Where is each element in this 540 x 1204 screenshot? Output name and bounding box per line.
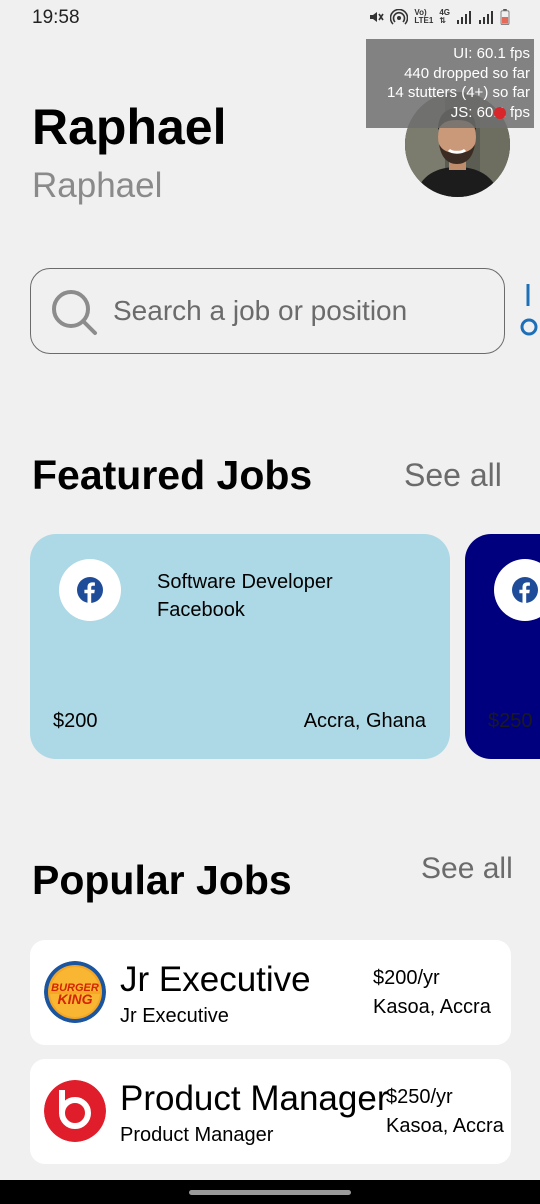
featured-job-title-block: Software Developer Facebook (157, 568, 333, 624)
company-logo (44, 1080, 106, 1142)
company-logo (59, 559, 121, 621)
popular-see-all-link[interactable]: See all (421, 852, 513, 886)
fps-ui: UI: 60.1 fps (453, 45, 530, 62)
signal-icon-sim1 (457, 11, 471, 24)
facebook-icon (77, 577, 103, 603)
featured-job-location: Accra, Ghana (303, 710, 426, 732)
hotspot-icon (390, 9, 409, 25)
featured-job-company: Facebook (157, 599, 245, 621)
popular-job-subtitle: Jr Executive (120, 1005, 229, 1027)
fps-dropped: 440 dropped so far (404, 64, 530, 82)
featured-see-all-link[interactable]: See all (404, 457, 502, 494)
system-navigation-bar (0, 1180, 540, 1204)
network-type-icon: 4G ⇅ (439, 9, 450, 25)
company-logo (494, 559, 540, 621)
fps-indicator-dot (494, 107, 506, 119)
featured-job-salary: $200 (53, 710, 98, 732)
fps-stutters: 14 stutters (4+) so far (387, 84, 530, 101)
mute-icon (370, 12, 385, 22)
company-logo: BURGER KING (44, 961, 106, 1023)
battery-icon (500, 9, 510, 25)
featured-job-card[interactable]: Software Developer Facebook $200 Accra, … (30, 534, 450, 759)
burger-king-icon: BURGER KING (44, 961, 106, 1023)
popular-job-location: Kasoa, Accra (373, 996, 491, 1018)
volte-icon: Vo) LTE1 (414, 9, 433, 25)
data-arrows-icon: ⇅ (439, 16, 447, 25)
user-name-heading: Raphael (32, 99, 227, 155)
facebook-icon (512, 577, 538, 603)
popular-job-salary: $200/yr (373, 967, 440, 989)
featured-job-card[interactable]: $250 (465, 534, 540, 759)
status-bar: 19:58 Vo) LTE1 4G ⇅ (0, 0, 540, 36)
signal-icon-sim2 (479, 11, 493, 24)
status-icons: Vo) LTE1 4G ⇅ (368, 9, 510, 25)
popular-job-location: Kasoa, Accra (386, 1115, 504, 1137)
search-icon (52, 290, 97, 335)
popular-job-title: Product Manager (120, 1079, 389, 1118)
popular-job-meta: $250/yr Kasoa, Accra (386, 1083, 504, 1141)
fps-overlay: UI: 60.1 fps 440 dropped so far 14 stutt… (366, 39, 534, 128)
home-gesture-handle[interactable] (189, 1190, 351, 1195)
status-time: 19:58 (32, 7, 80, 28)
lte-label: LTE1 (414, 16, 434, 25)
user-name-subtitle: Raphael (32, 166, 163, 205)
popular-job-subtitle: Product Manager (120, 1124, 274, 1146)
job-app-home-screen: 19:58 Vo) LTE1 4G ⇅ UI: 60.1 fps 440 dro… (0, 0, 540, 1204)
popular-job-title: Jr Executive (120, 960, 311, 999)
popular-job-row[interactable]: BURGER KING Jr Executive Jr Executive $2… (30, 940, 511, 1045)
popular-jobs-title: Popular Jobs (32, 857, 292, 903)
beats-icon (44, 1080, 106, 1142)
popular-job-meta: $200/yr Kasoa, Accra (373, 964, 491, 1022)
logo-text-king: KING (58, 991, 93, 1007)
popular-job-salary: $250/yr (386, 1086, 453, 1108)
popular-job-row[interactable]: Product Manager Product Manager $250/yr … (30, 1059, 511, 1164)
featured-jobs-title: Featured Jobs (32, 452, 313, 498)
featured-job-salary: $250 (488, 710, 533, 732)
filter-icon[interactable] (518, 284, 540, 340)
search-input[interactable] (113, 291, 483, 331)
featured-job-role: Software Developer (157, 571, 333, 593)
search-bar[interactable] (30, 268, 505, 354)
